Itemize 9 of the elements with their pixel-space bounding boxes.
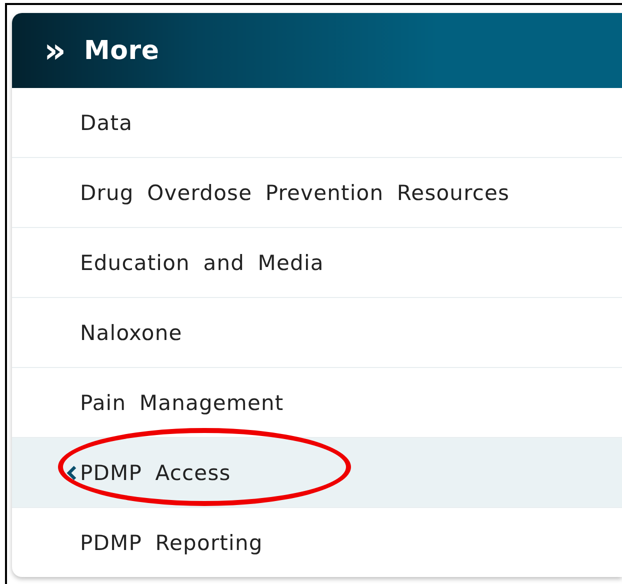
menu-item[interactable]: Drug Overdose Prevention Resources (12, 157, 622, 227)
menu-item[interactable]: Naloxone (12, 297, 622, 367)
menu-item[interactable]: Data (12, 88, 622, 157)
menu-item[interactable]: PDMP Reporting (12, 507, 622, 577)
menu-item[interactable]: Education and Media (12, 227, 622, 297)
menu-title: More (84, 36, 160, 66)
menu-item[interactable]: PDMP Access (12, 437, 622, 507)
double-chevron-icon: » (44, 34, 66, 68)
chevron-left-icon (66, 464, 78, 480)
